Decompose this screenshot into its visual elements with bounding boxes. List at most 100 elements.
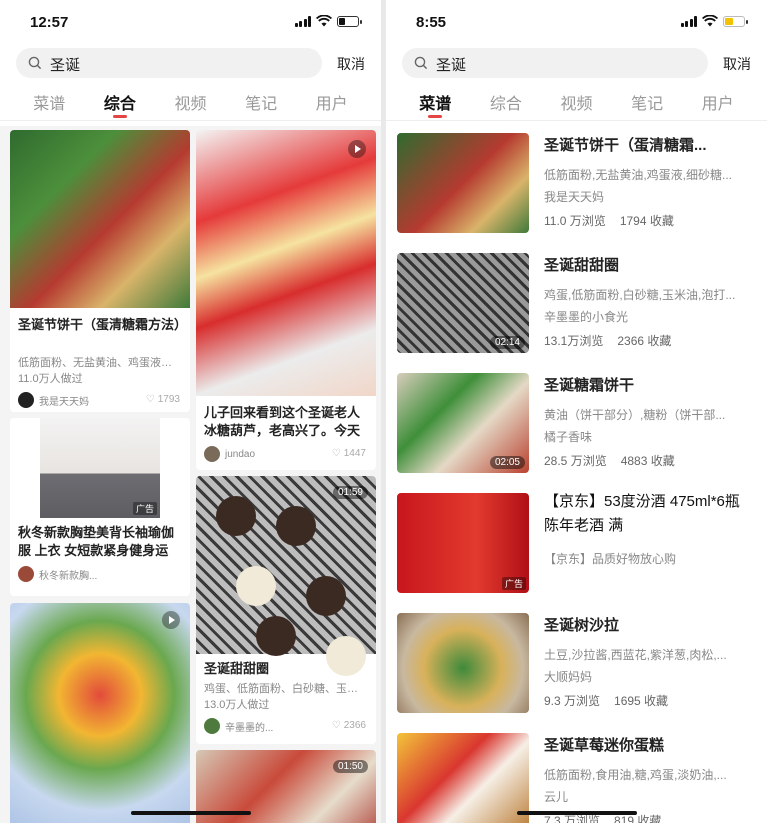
view-count: 11.0 万浏览 [544,214,606,228]
avatar [204,718,220,734]
list-item[interactable]: 圣诞草莓迷你蛋糕 低筋面粉,食用油,糖,鸡蛋,淡奶油,... 云儿 7.3 万浏… [386,720,767,823]
favorite-count: 4883 收藏 [620,454,675,468]
card-cooked-count: 13.0万人做过 [204,699,270,711]
wifi-icon [316,15,332,27]
favorite-count: 819 收藏 [614,814,662,823]
duration-badge: 02:14 [489,336,525,349]
tab-bar: 菜谱 综合 视频 笔记 用户 [386,82,767,120]
cancel-button[interactable]: 取消 [337,54,365,74]
view-count: 9.3 万浏览 [544,694,601,708]
heart-icon: ♡ [145,394,155,405]
video-card[interactable] [10,603,190,823]
tab-all[interactable]: 综合 [471,82,542,120]
avatar [204,446,220,462]
view-count: 7.3 万浏览 [544,814,601,823]
wifi-icon [702,15,718,27]
like-number: 1793 [157,394,180,405]
search-icon [28,56,42,70]
item-author: 辛墨墨的小食光 [544,310,629,324]
like-count[interactable]: ♡ 1447 [332,448,366,459]
item-title: 圣诞节饼干（蛋清糖霜... [544,137,707,154]
phone-left: 12:57 圣诞 取消 菜谱 综合 视频 笔记 用户 圣诞节饼干（蛋清糖霜方法）… [0,0,381,823]
item-stats: 13.1万浏览 2366 收藏 [544,332,685,349]
tab-recipes[interactable]: 菜谱 [400,82,471,120]
favorite-count: 2366 收藏 [617,334,672,348]
cookie-thumbnail [397,133,529,233]
author-name: 我是天天妈 [39,396,89,408]
list-item[interactable]: 02:05 圣诞糖霜饼干 黄油（饼干部分）,糖粉（饼干部... 橘子香味 28.… [386,360,767,480]
heart-icon: ♡ [331,720,341,731]
heart-icon: ♡ [331,448,341,459]
result-card[interactable]: 圣诞节饼干（蛋清糖霜方法） 低筋面粉、无盐黄油、鸡蛋液、细砂糖 11.0万人做过… [10,130,190,412]
item-ingredients: 黄油（饼干部分）,糖粉（饼干部... [544,408,726,422]
ad-list-item[interactable]: 广告 【京东】53度汾酒 475ml*6瓶 陈年老酒 满 【京东】品质好物放心购 [386,480,767,600]
list-item[interactable]: 圣诞节饼干（蛋清糖霜... 低筋面粉,无盐黄油,鸡蛋液,细砂糖... 我是天天妈… [386,120,767,240]
tab-users[interactable]: 用户 [296,82,367,120]
author-name: 辛墨墨的... [225,722,274,734]
tree-cookie-thumbnail: 02:05 [397,373,529,473]
card-cooked-count: 11.0万人做过 [18,373,83,385]
phone-right: 8:55 圣诞 取消 菜谱 综合 视频 笔记 用户 圣诞节饼干（蛋清糖霜... … [386,0,767,823]
tab-videos[interactable]: 视频 [541,82,612,120]
apparel-image: 广告 [40,418,160,518]
tab-notes[interactable]: 笔记 [226,82,297,120]
card-title: 儿子回来看到这个圣诞老人冰糖葫芦，老高兴了。今天 [204,405,361,438]
duration-badge: 02:05 [489,456,525,469]
card-ingredients: 低筋面粉、无盐黄油、鸡蛋液、细砂糖 [18,357,182,369]
card-author: jundao [204,446,255,462]
home-indicator [516,811,637,815]
card-author: 辛墨墨的... [204,718,273,734]
salad-thumbnail [397,613,529,713]
tab-all[interactable]: 综合 [85,82,156,120]
battery-icon [337,15,362,27]
strawberry-cake-thumbnail [397,733,529,823]
like-number: 2366 [343,720,366,731]
search-query: 圣诞 [50,57,81,74]
play-icon[interactable] [162,611,180,629]
view-count: 28.5 万浏览 [544,454,607,468]
tab-notes[interactable]: 笔记 [612,82,683,120]
video-card[interactable]: 儿子回来看到这个圣诞老人冰糖葫芦，老高兴了。今天 jundao ♡ 1447 [196,130,376,470]
ad-badge: 广告 [501,577,526,590]
ad-badge: 广告 [132,502,157,515]
santa-strawberry-image [196,130,376,396]
duration-badge: 01:59 [332,486,368,499]
card-title: 圣诞甜甜圈 [204,661,270,676]
item-stats: 28.5 万浏览 4883 收藏 [544,452,689,469]
item-ingredients: 鸡蛋,低筋面粉,白砂糖,玉米油,泡打... [544,288,736,302]
like-count[interactable]: ♡ 1793 [146,394,180,405]
tab-videos[interactable]: 视频 [155,82,226,120]
donut-thumbnail: 02:14 [397,253,529,353]
home-indicator [130,811,251,815]
cancel-button[interactable]: 取消 [723,54,751,74]
battery-icon [723,15,748,27]
ad-card[interactable]: 广告 秋冬新款胸垫美背长袖瑜伽服 上衣 女短款紧身健身运 秋冬新款胸... [10,418,190,596]
tab-users[interactable]: 用户 [682,82,753,120]
favorite-count: 1794 收藏 [619,214,674,228]
status-bar: 12:57 [0,0,381,42]
video-card[interactable]: 01:59 圣诞甜甜圈 鸡蛋、低筋面粉、白砂糖、玉米油 13.0万人做过 辛墨墨… [196,476,376,744]
favorite-count: 1695 收藏 [614,694,669,708]
ad-description: 【京东】品质好物放心购 [544,552,677,566]
fruit-tree-image [10,603,190,823]
list-item[interactable]: 02:14 圣诞甜甜圈 鸡蛋,低筋面粉,白砂糖,玉米油,泡打... 辛墨墨的小食… [386,240,767,360]
list-item[interactable]: 圣诞树沙拉 土豆,沙拉酱,西蓝花,紫洋葱,肉松,... 大顺妈妈 9.3 万浏览… [386,600,767,720]
status-time: 12:57 [30,14,69,31]
item-title: 圣诞甜甜圈 [544,257,620,274]
card-author: 秋冬新款胸... [18,566,97,582]
results-grid: 圣诞节饼干（蛋清糖霜方法） 低筋面粉、无盐黄油、鸡蛋液、细砂糖 11.0万人做过… [0,126,381,823]
item-ingredients: 低筋面粉,食用油,糖,鸡蛋,淡奶油,... [544,768,727,782]
search-input[interactable]: 圣诞 [402,48,708,78]
avatar [18,392,34,408]
search-input[interactable]: 圣诞 [16,48,322,78]
item-title: 圣诞糖霜饼干 [544,377,635,394]
item-ingredients: 低筋面粉,无盐黄油,鸡蛋液,细砂糖... [544,168,733,182]
play-icon[interactable] [348,140,366,158]
tab-recipes[interactable]: 菜谱 [14,82,85,120]
like-count[interactable]: ♡ 2366 [332,720,366,731]
item-title: 【京东】53度汾酒 475ml*6瓶 陈年老酒 满 [544,493,740,534]
tab-bar: 菜谱 综合 视频 笔记 用户 [0,82,381,120]
item-stats: 9.3 万浏览 1695 收藏 [544,692,682,709]
view-count: 13.1万浏览 [544,334,604,348]
card-title: 秋冬新款胸垫美背长袖瑜伽服 上衣 女短款紧身健身运 [18,525,175,558]
